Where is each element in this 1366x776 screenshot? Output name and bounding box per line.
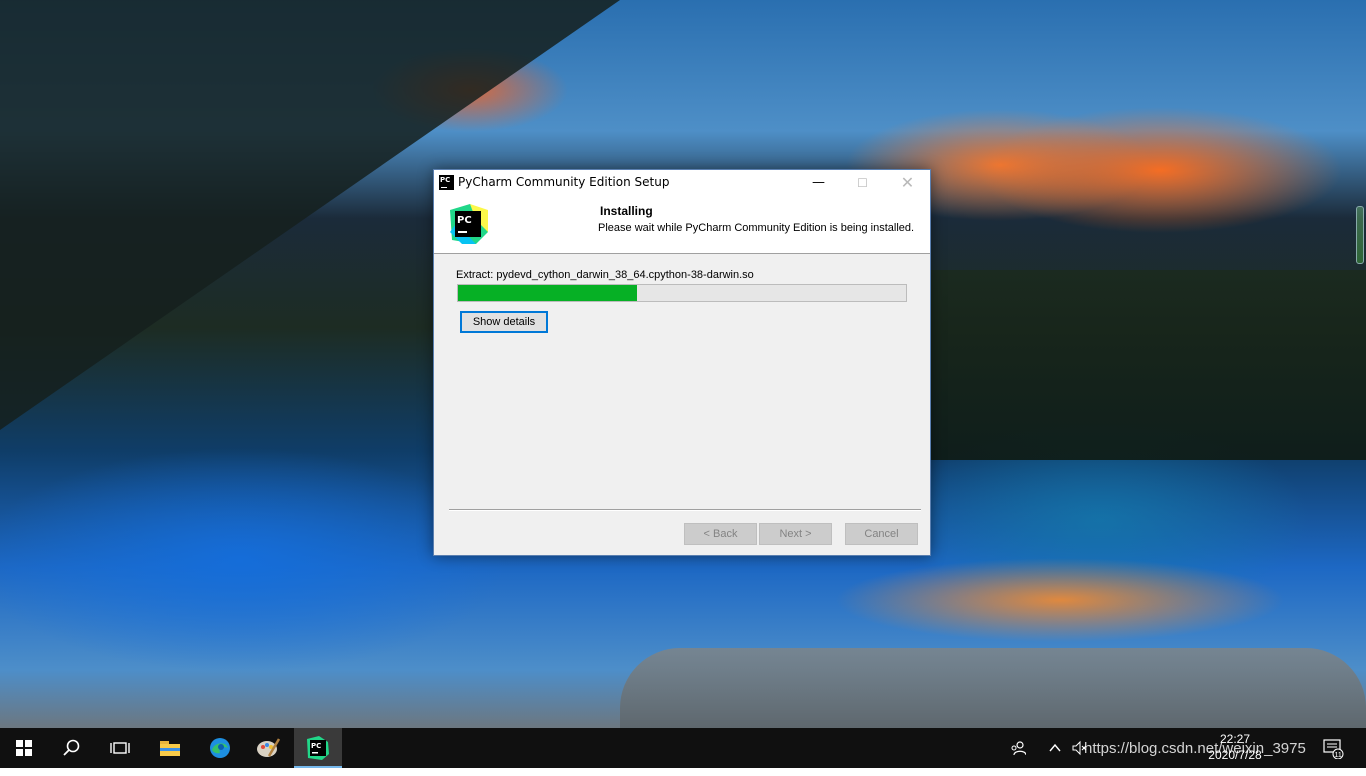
page-title: Installing xyxy=(600,204,653,218)
notification-icon: 11 xyxy=(1323,739,1344,760)
search-icon xyxy=(63,739,80,756)
cancel-button[interactable]: Cancel xyxy=(845,523,918,545)
wallpaper-forest xyxy=(930,270,1366,460)
setup-window: PC PyCharm Community Edition Setup — ☐ ✕… xyxy=(433,169,931,556)
back-button[interactable]: < Back xyxy=(684,523,757,545)
next-button[interactable]: Next > xyxy=(759,523,832,545)
notification-count: 11 xyxy=(1335,752,1342,759)
pycharm-app-icon: PC xyxy=(439,175,454,190)
logo-text: PC xyxy=(457,215,472,226)
show-details-button[interactable]: Show details xyxy=(460,311,548,333)
page-subtitle: Please wait while PyCharm Community Edit… xyxy=(598,222,915,234)
file-explorer-icon xyxy=(160,741,180,756)
taskbar-paint[interactable] xyxy=(244,728,292,768)
wizard-header: PC Installing Please wait while PyCharm … xyxy=(434,196,930,254)
taskbar-pycharm-setup[interactable]: PC xyxy=(294,728,342,768)
chevron-up-icon xyxy=(1049,743,1061,752)
start-button[interactable] xyxy=(0,728,48,768)
taskbar-file-explorer[interactable] xyxy=(146,728,194,768)
wallpaper-rocks xyxy=(620,648,1366,728)
taskbar-search-button[interactable] xyxy=(48,728,96,768)
action-center-button[interactable]: 11 xyxy=(1322,728,1350,768)
windows-start-icon xyxy=(16,740,32,756)
paint-icon xyxy=(257,738,281,757)
progress-fill xyxy=(458,285,637,301)
minimize-button[interactable]: — xyxy=(796,170,841,196)
desktop-edge-widget[interactable] xyxy=(1356,206,1364,264)
maximize-button[interactable]: ☐ xyxy=(840,170,885,196)
window-title: PyCharm Community Edition Setup xyxy=(458,175,670,189)
edge-icon xyxy=(210,738,230,758)
task-view-button[interactable] xyxy=(96,728,144,768)
pycharm-icon: PC xyxy=(307,736,329,760)
task-view-icon xyxy=(110,742,130,754)
tray-people[interactable] xyxy=(1010,728,1032,768)
taskbar-edge[interactable] xyxy=(196,728,244,768)
svg-text:PC: PC xyxy=(311,742,321,750)
tray-overflow[interactable] xyxy=(1048,728,1066,768)
pycharm-logo-icon: PC xyxy=(450,204,488,244)
close-button[interactable]: ✕ xyxy=(885,170,930,196)
footer-separator xyxy=(449,509,921,511)
window-titlebar[interactable]: PC PyCharm Community Edition Setup — ☐ ✕ xyxy=(434,170,930,196)
watermark-text: https://blog.csdn.net/weixin_3975 xyxy=(1084,740,1306,757)
status-text: Extract: pydevd_cython_darwin_38_64.cpyt… xyxy=(456,269,754,281)
people-icon xyxy=(1011,741,1027,756)
install-progress-bar xyxy=(457,284,907,302)
